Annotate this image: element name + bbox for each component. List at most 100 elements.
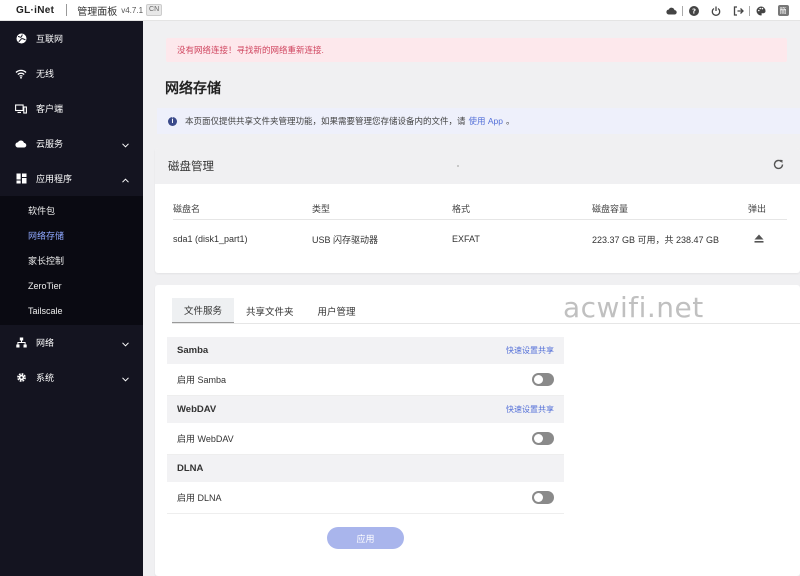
apply-button[interactable]: 应用 (327, 527, 404, 549)
use-app-link[interactable]: 使用 App (469, 115, 504, 127)
sidebar-item-label: 应用程序 (36, 174, 73, 184)
chevron-down-icon (122, 339, 129, 349)
disk-type: USB 闪存驱动器 (312, 234, 379, 245)
sidebar-item-label: 无线 (36, 69, 55, 79)
dlna-section-header: DLNA (167, 455, 564, 482)
info-text: 本页面仅提供共享文件夹管理功能，如果需要管理您存储设备内的文件，请 (185, 116, 466, 126)
power-icon[interactable] (705, 0, 727, 21)
sidebar-item-network[interactable]: 网络 (0, 325, 143, 360)
page-title: 网络存储 (165, 80, 221, 96)
top-actions: ? 簡 (660, 0, 794, 21)
sidebar-item-cloud[interactable]: 云服务 (0, 126, 143, 161)
column-header: 格式 (452, 204, 471, 214)
sidebar-subitem-network-storage[interactable]: 网络存储 (0, 223, 143, 248)
webdav-section-header: WebDAV 快速设置共享 (167, 396, 564, 423)
devices-icon (15, 103, 27, 115)
info-end: 。 (506, 116, 515, 126)
row-label: 启用 DLNA (177, 493, 222, 503)
sidebar-item-label: 云服务 (36, 139, 64, 149)
service-tabs: 文件服务 共享文件夹 用户管理 (172, 298, 368, 324)
chevron-up-icon (122, 175, 129, 185)
sidebar-subitem-zerotier[interactable]: ZeroTier (0, 273, 143, 298)
sidebar-item-internet[interactable]: 互联网 (0, 21, 143, 56)
sidebar-item-applications[interactable]: 应用程序 (0, 161, 143, 196)
disk-card-header: 磁盘管理 (155, 148, 800, 184)
samba-quick-share-link[interactable]: 快速设置共享 (506, 345, 554, 356)
info-banner: i 本页面仅提供共享文件夹管理功能，如果需要管理您存储设备内的文件，请 使用 A… (157, 108, 800, 134)
tab-user-management[interactable]: 用户管理 (306, 298, 368, 324)
refresh-icon[interactable] (773, 159, 784, 173)
applications-submenu: 软件包 网络存储 家长控制 ZeroTier Tailscale (0, 196, 143, 325)
sidebar: 互联网 无线 客户端 云服务 应用程序 软件包 网络存储 家长控制 ZeroTi… (0, 21, 143, 576)
sidebar-subitem-parental-control[interactable]: 家长控制 (0, 248, 143, 273)
panel-title: 管理面板 (77, 6, 118, 18)
disk-table: 磁盘名 类型 格式 磁盘容量 弹出 sda1 (disk1_part1) USB… (173, 198, 787, 258)
column-header: 弹出 (748, 204, 767, 214)
gear-icon (15, 372, 27, 384)
info-icon: i (168, 116, 177, 126)
dlna-enable-row: 启用 DLNA (167, 482, 564, 514)
cloud-icon (15, 138, 27, 150)
lang-badge[interactable]: CN (146, 4, 163, 16)
sidebar-item-label: 网络 (36, 338, 55, 348)
file-services-card: 文件服务 共享文件夹 用户管理 Samba 快速设置共享 启用 Samba We… (155, 285, 800, 576)
chevron-down-icon (122, 374, 129, 384)
column-header: 磁盘名 (173, 204, 201, 214)
tab-shared-folders[interactable]: 共享文件夹 (234, 298, 306, 324)
apps-icon (15, 173, 27, 185)
help-icon[interactable]: ? (683, 0, 705, 21)
decorative-dot (457, 165, 459, 167)
version-label: v4.7.1 (121, 5, 144, 15)
sidebar-item-label: 系统 (36, 373, 55, 383)
logout-icon[interactable] (727, 0, 749, 21)
webdav-toggle[interactable] (532, 432, 554, 445)
toggle-knob (534, 434, 543, 443)
sidebar-item-label: 互联网 (36, 34, 64, 44)
service-sections: Samba 快速设置共享 启用 Samba WebDAV 快速设置共享 启用 W… (167, 337, 564, 514)
samba-toggle[interactable] (532, 373, 554, 386)
dlna-toggle[interactable] (532, 491, 554, 504)
sidebar-item-system[interactable]: 系统 (0, 360, 143, 395)
sidebar-item-clients[interactable]: 客户端 (0, 91, 143, 126)
network-icon (15, 337, 27, 349)
watermark: acwifi.net (563, 291, 704, 324)
row-label: 启用 Samba (177, 375, 227, 385)
top-bar: GL·iNet 管理面板 v4.7.1 CN ? 簡 (0, 0, 800, 21)
tab-file-services[interactable]: 文件服务 (172, 298, 235, 324)
divider (66, 4, 68, 16)
disk-management-card: 磁盘管理 磁盘名 类型 格式 磁盘容量 弹出 sda1 (disk1_part1… (155, 148, 800, 273)
column-header: 磁盘容量 (592, 204, 629, 214)
webdav-quick-share-link[interactable]: 快速设置共享 (506, 404, 554, 415)
wifi-icon (15, 68, 27, 80)
disk-capacity: 223.37 GB 可用，共 238.47 GB (592, 234, 720, 245)
toggle-knob (534, 493, 543, 502)
sidebar-item-wireless[interactable]: 无线 (0, 56, 143, 91)
section-title: Samba (177, 345, 209, 356)
webdav-enable-row: 启用 WebDAV (167, 423, 564, 455)
toggle-knob (534, 375, 543, 384)
samba-enable-row: 启用 Samba (167, 364, 564, 396)
eject-icon (754, 234, 764, 245)
disk-name: sda1 (disk1_part1) (173, 234, 248, 244)
user-lang-button[interactable]: 簡 (772, 0, 794, 21)
disk-card-title: 磁盘管理 (168, 161, 214, 173)
globe-icon (15, 33, 27, 45)
sidebar-item-label: 客户端 (36, 104, 64, 114)
eject-button[interactable] (748, 234, 787, 245)
divider (172, 323, 800, 324)
samba-section-header: Samba 快速设置共享 (167, 337, 564, 364)
alert-text: 没有网络连接！寻找新的网络重新连接. (177, 45, 324, 55)
section-title: WebDAV (177, 404, 217, 415)
sidebar-subitem-tailscale[interactable]: Tailscale (0, 298, 143, 323)
table-row: sda1 (disk1_part1) USB 闪存驱动器 EXFAT 223.3… (173, 220, 787, 258)
sidebar-subitem-packages[interactable]: 软件包 (0, 198, 143, 223)
logo[interactable]: GL·iNet (16, 5, 54, 16)
palette-icon[interactable] (750, 0, 772, 21)
cloud-icon[interactable] (660, 0, 682, 21)
user-badge: 簡 (777, 5, 789, 16)
chevron-down-icon (122, 140, 129, 150)
no-connection-alert: 没有网络连接！寻找新的网络重新连接. (166, 38, 787, 62)
row-label: 启用 WebDAV (177, 434, 234, 444)
table-header-row: 磁盘名 类型 格式 磁盘容量 弹出 (173, 198, 787, 220)
main-content: 没有网络连接！寻找新的网络重新连接. 网络存储 i 本页面仅提供共享文件夹管理功… (143, 21, 800, 576)
